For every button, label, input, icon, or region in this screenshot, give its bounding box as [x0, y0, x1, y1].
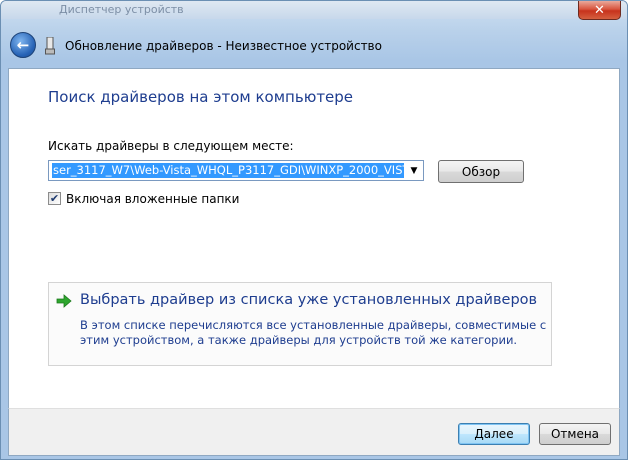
next-button[interactable]: Далее	[458, 423, 530, 445]
close-button[interactable]: ✕	[578, 1, 621, 20]
pick-from-list-option[interactable]: Выбрать драйвер из списка уже установлен…	[48, 282, 552, 366]
driver-update-window: Диспетчер устройств ✕ ← Обновление драйв…	[0, 0, 628, 460]
wizard-header: ← Обновление драйверов - Неизвестное уст…	[1, 23, 627, 69]
back-arrow-icon: ←	[16, 36, 30, 54]
option-title: Выбрать драйвер из списка уже установлен…	[80, 292, 538, 308]
background-window-title: Диспетчер устройств	[59, 3, 184, 16]
browse-button[interactable]: Обзор	[438, 160, 524, 183]
background-window-strip: Диспетчер устройств	[1, 1, 627, 19]
wizard-content: Поиск драйверов на этом компьютере Искат…	[8, 68, 620, 409]
checkmark-icon: ✔	[49, 192, 60, 205]
option-description: В этом списке перечисляются все установл…	[80, 318, 547, 347]
path-input[interactable]: ser_3117_W7\Web-Vista_WHQL_P3117_GDI\WIN…	[52, 163, 404, 178]
back-button[interactable]: ←	[10, 32, 36, 58]
include-subfolders-label[interactable]: Включая вложенные папки	[66, 192, 239, 206]
dropdown-arrow-icon[interactable]: ▼	[406, 162, 422, 179]
device-icon	[45, 37, 55, 55]
green-arrow-icon	[56, 294, 72, 308]
wizard-footer: Далее Отмена	[8, 408, 620, 456]
close-icon: ✕	[594, 2, 605, 18]
window-title: Обновление драйверов - Неизвестное устро…	[65, 39, 382, 53]
page-heading: Поиск драйверов на этом компьютере	[48, 88, 354, 106]
path-combobox[interactable]: ser_3117_W7\Web-Vista_WHQL_P3117_GDI\WIN…	[48, 160, 424, 181]
cancel-button[interactable]: Отмена	[539, 423, 611, 445]
search-location-label: Искать драйверы в следующем месте:	[48, 139, 294, 153]
include-subfolders-checkbox[interactable]: ✔	[48, 192, 61, 205]
